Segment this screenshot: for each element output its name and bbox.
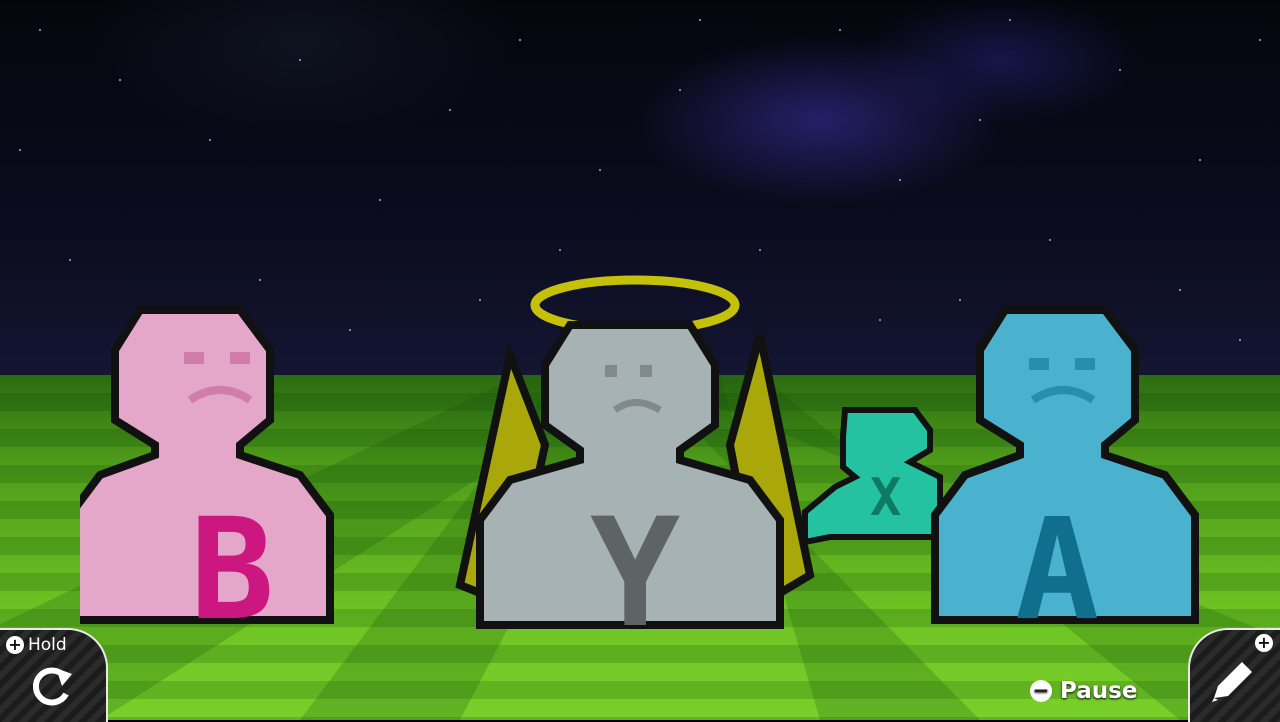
character-b: B (80, 306, 334, 630)
hold-label-group: + Hold (6, 635, 67, 655)
game-scene: B Y X A (0, 0, 1280, 720)
letter-a: A (1015, 489, 1099, 630)
hold-label: Hold (28, 635, 67, 655)
plus-icon: + (1255, 634, 1273, 652)
pencil-icon[interactable] (1206, 656, 1258, 708)
minus-icon: − (1030, 680, 1052, 702)
character-a: A (931, 306, 1199, 630)
pause-label: Pause (1060, 678, 1138, 704)
letter-b: B (190, 489, 274, 630)
plus-icon: + (6, 636, 24, 654)
rotate-icon[interactable] (26, 662, 76, 712)
pause-button[interactable]: − Pause (1030, 678, 1137, 704)
character-y: Y (455, 275, 815, 630)
letter-y: Y (590, 487, 680, 630)
letter-x: X (870, 468, 901, 528)
